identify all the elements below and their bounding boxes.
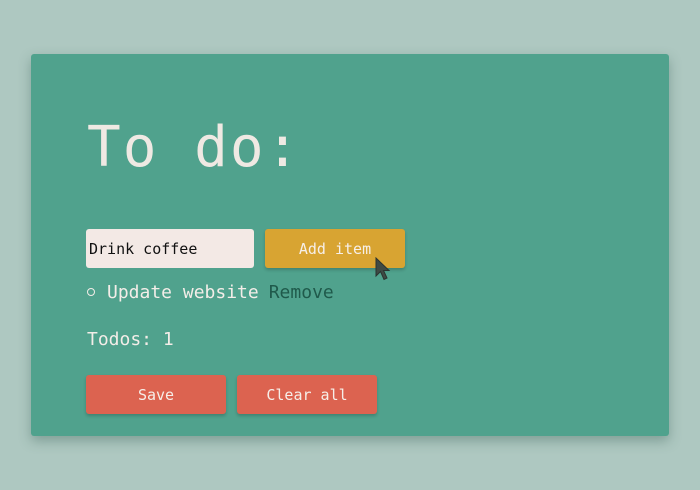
- new-todo-input[interactable]: [86, 229, 254, 268]
- todo-item-text: Update website: [107, 281, 259, 303]
- page-title: To do:: [87, 115, 302, 180]
- todo-list: Update website Remove: [87, 281, 334, 303]
- todo-counter: Todos: 1: [87, 329, 174, 350]
- todo-item: Update website Remove: [87, 281, 334, 303]
- clear-all-button[interactable]: Clear all: [237, 375, 377, 414]
- remove-todo-link[interactable]: Remove: [269, 282, 334, 303]
- mouse-pointer-icon: [375, 257, 391, 281]
- todo-card: To do: Add item Update website Remove To…: [31, 54, 669, 436]
- save-button[interactable]: Save: [86, 375, 226, 414]
- hollow-circle-bullet-icon: [87, 288, 95, 296]
